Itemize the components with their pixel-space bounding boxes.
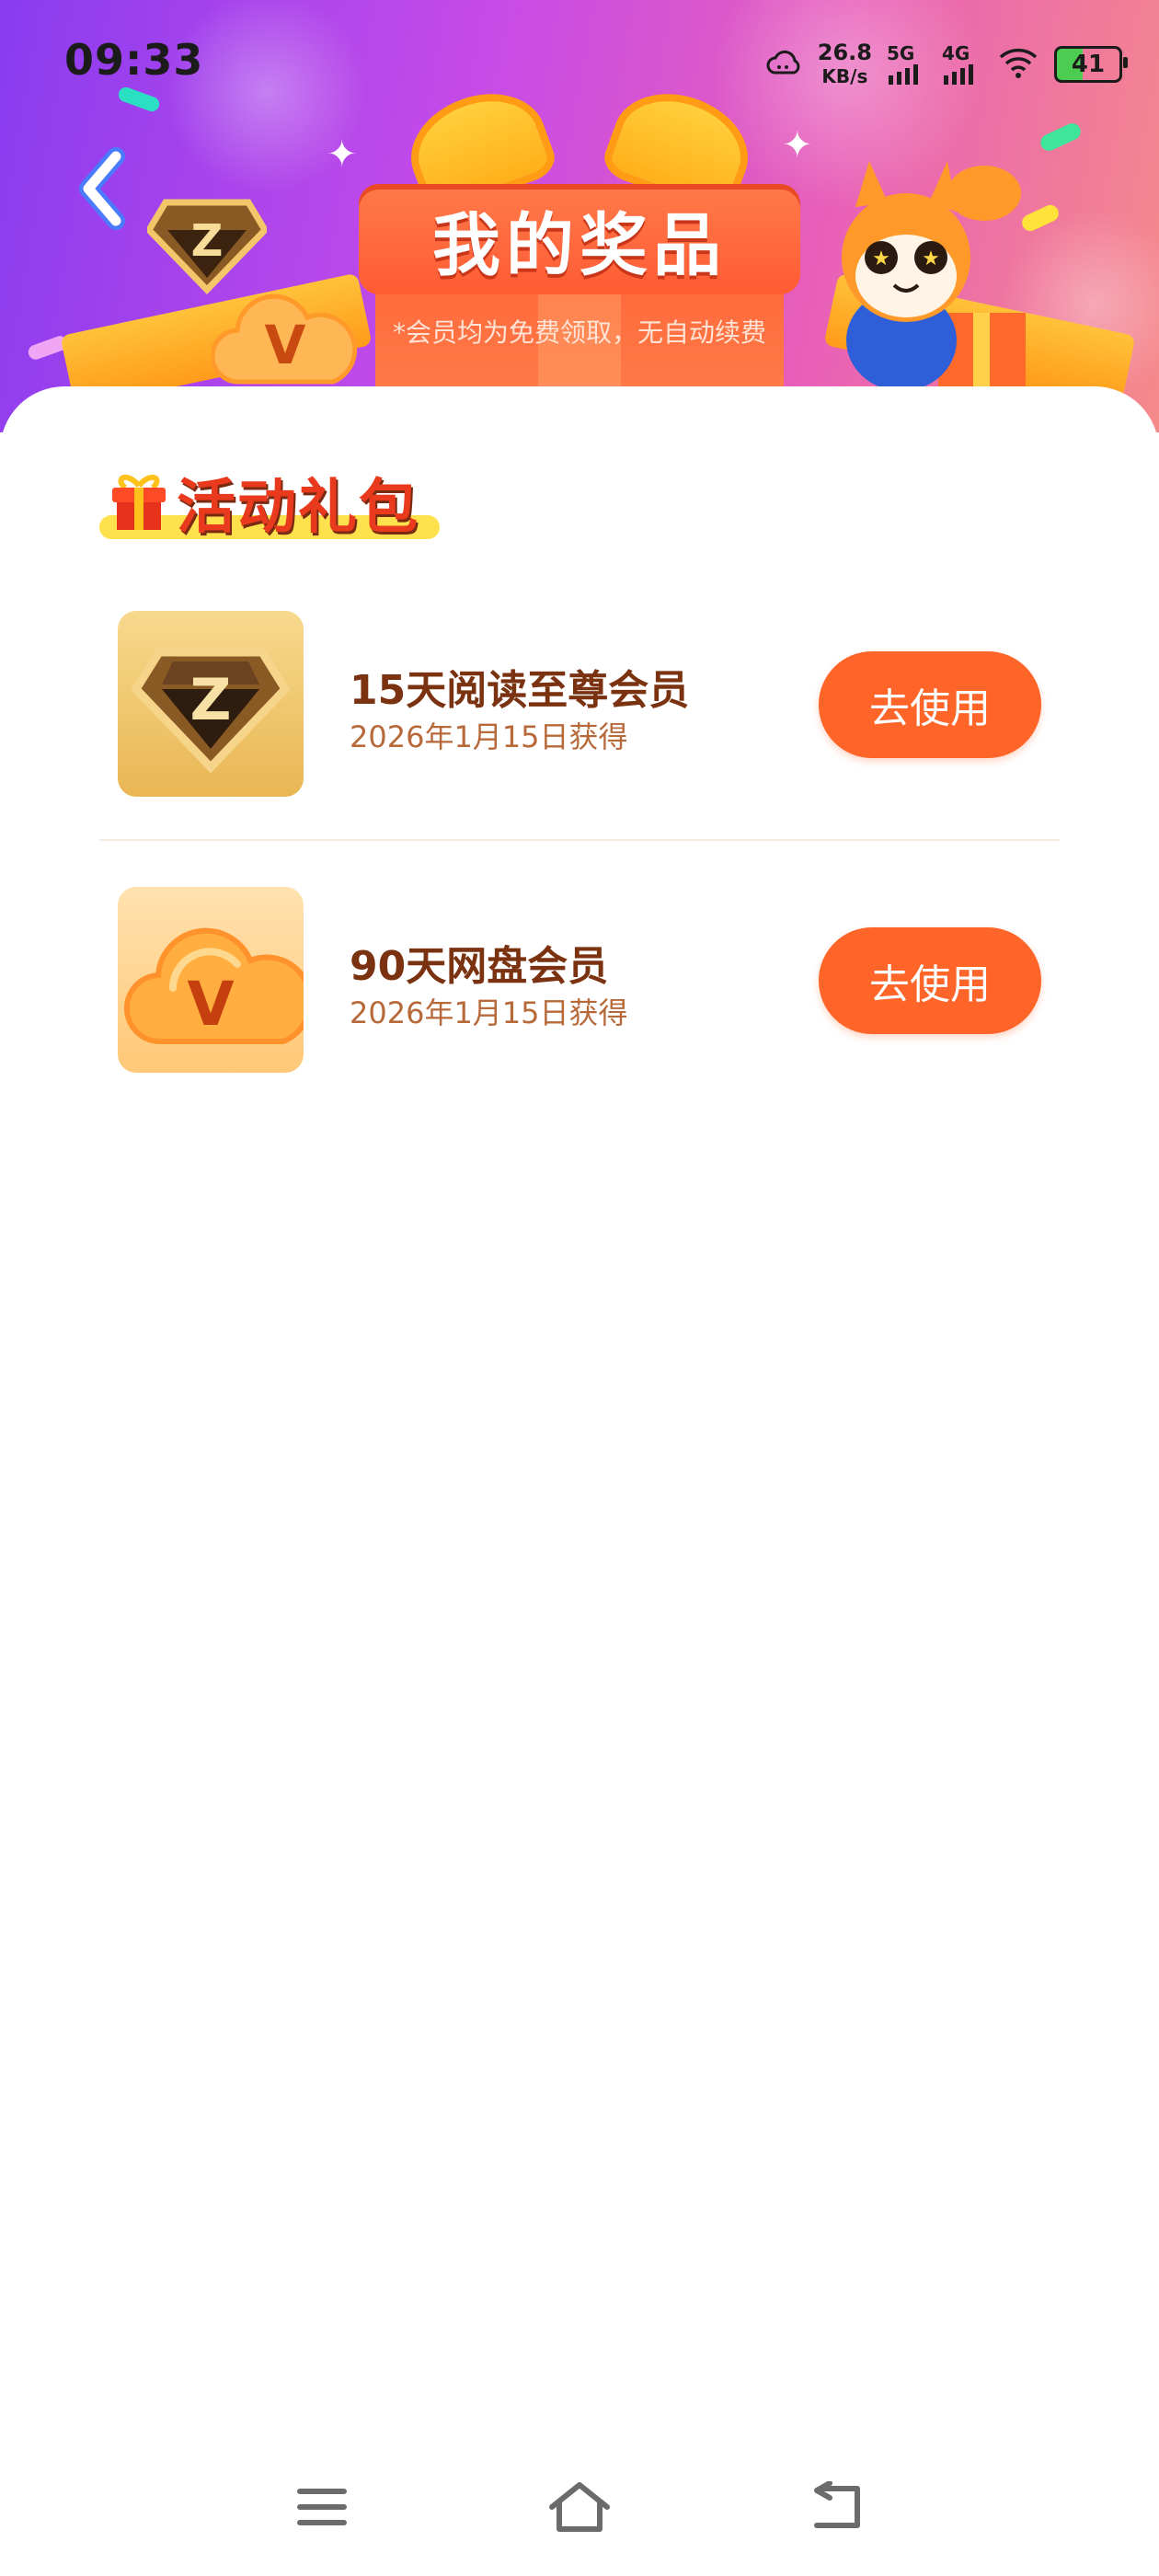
v-cloud-icon: V bbox=[210, 271, 359, 395]
divider bbox=[99, 839, 1060, 841]
chevron-left-icon bbox=[79, 147, 125, 230]
sparkle-icon: ✦ bbox=[782, 124, 813, 167]
cloud-alert-icon bbox=[766, 47, 803, 82]
prize-item: V 90天网盘会员 2026年1月15日获得 去使用 bbox=[99, 887, 1060, 1080]
page-title: 我的奖品 bbox=[432, 205, 727, 285]
squirrel-mascot-icon: ★ ★ bbox=[819, 156, 1039, 399]
svg-text:V: V bbox=[187, 969, 234, 1040]
z-diamond-icon: Z bbox=[118, 611, 304, 797]
svg-text:★: ★ bbox=[872, 247, 890, 270]
prize-name: 15天阅读至尊会员 bbox=[350, 667, 690, 714]
back-nav-button[interactable] bbox=[796, 2466, 878, 2548]
sparkle-icon: ✦ bbox=[327, 133, 358, 176]
sim1-signal: 5G bbox=[887, 44, 927, 85]
sim1-label: 5G bbox=[887, 42, 915, 64]
prize-item: Z 15天阅读至尊会员 2026年1月15日获得 去使用 bbox=[99, 611, 1060, 804]
sim2-label: 4G bbox=[942, 42, 970, 64]
network-speed-unit: KB/s bbox=[821, 65, 868, 87]
section-title: 活动礼包 bbox=[177, 474, 419, 542]
status-icons: 26.8 KB/s 5G 4G 41 bbox=[766, 37, 1128, 92]
home-button[interactable] bbox=[538, 2466, 621, 2548]
page-subtitle: *会员均为免费领取，无自动续费 bbox=[392, 317, 766, 348]
home-icon bbox=[549, 2482, 610, 2532]
svg-text:V: V bbox=[265, 314, 306, 376]
menu-icon bbox=[297, 2489, 347, 2525]
svg-text:★: ★ bbox=[922, 247, 940, 270]
use-button[interactable]: 去使用 bbox=[819, 927, 1041, 1034]
prize-date: 2026年1月15日获得 bbox=[350, 719, 628, 754]
svg-text:Z: Z bbox=[190, 666, 232, 733]
use-button[interactable]: 去使用 bbox=[819, 651, 1041, 758]
svg-text:Z: Z bbox=[191, 215, 224, 267]
network-speed-value: 26.8 bbox=[817, 40, 872, 65]
menu-button[interactable] bbox=[281, 2466, 363, 2548]
system-navigation-bar bbox=[0, 2466, 1159, 2548]
network-speed: 26.8 KB/s bbox=[818, 40, 872, 88]
status-time: 09:33 bbox=[64, 35, 204, 85]
prize-name: 90天网盘会员 bbox=[350, 943, 609, 990]
sim2-signal: 4G bbox=[942, 44, 982, 85]
confetti-decoration bbox=[1038, 121, 1084, 154]
header-banner: ✦ ✦ 09:33 26.8 KB/s 5G 4G 41 Z V 我的奖品 *会… bbox=[0, 0, 1159, 432]
back-button[interactable] bbox=[72, 147, 136, 230]
signal-bars-icon bbox=[889, 64, 918, 85]
prize-date: 2026年1月15日获得 bbox=[350, 995, 628, 1030]
battery-indicator: 41 bbox=[1054, 46, 1128, 83]
wifi-icon bbox=[997, 44, 1039, 85]
v-cloud-icon: V bbox=[118, 887, 304, 1073]
gift-icon bbox=[109, 471, 169, 535]
confetti-decoration bbox=[116, 85, 162, 114]
signal-bars-icon bbox=[944, 64, 973, 85]
back-arrow-icon bbox=[814, 2481, 860, 2528]
